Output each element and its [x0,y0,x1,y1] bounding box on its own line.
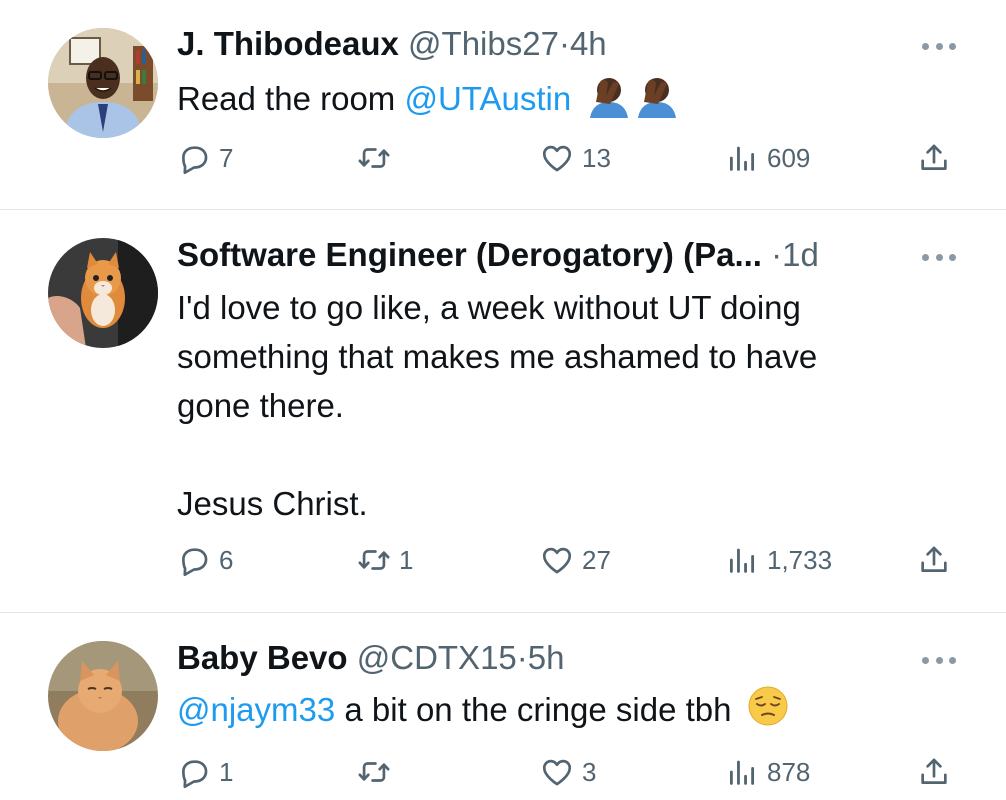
author-handle[interactable]: @CDTX15 [357,639,517,676]
more-icon[interactable] [922,252,956,262]
facepalm-emoji [634,72,680,131]
share-button[interactable] [917,138,951,178]
like-button[interactable]: 27 [540,540,611,580]
tweet-text-line: I'd love to go like, a week without UT d… [177,289,801,326]
reply-icon [177,543,211,577]
views-count: 1,733 [767,544,833,575]
avatar[interactable] [48,238,158,348]
retweet-icon [357,755,391,789]
tweet-header: Software Engineer (Derogatory) (Pa... ·1… [177,235,819,275]
share-icon [917,755,951,789]
reply-icon [177,141,211,175]
tweet-text-suffix: a bit on the cringe side tbh [344,691,732,729]
tweet-text: I'd love to go like, a week without UT d… [177,283,817,528]
pensive-face-emoji [747,685,789,740]
like-count: 27 [582,544,611,575]
timestamp[interactable]: 4h [570,25,607,62]
tweet-text: @njaym33 a bit on the cringe side tbh [177,685,789,740]
like-count: 3 [582,756,597,787]
more-icon[interactable] [922,655,956,665]
reply-button[interactable]: 6 [177,540,233,580]
separator-dot: · [558,25,570,62]
like-icon [540,755,574,789]
separator-dot: · [516,639,528,676]
retweet-icon [357,141,391,175]
tweet-header: Baby Bevo @CDTX15·5h [177,638,565,678]
like-icon [540,141,574,175]
share-button[interactable] [917,752,951,792]
tweet-text-line: Jesus Christ. [177,485,368,522]
reply-button[interactable]: 1 [177,752,233,792]
more-icon[interactable] [922,41,956,51]
retweet-button[interactable] [357,138,399,178]
tweet-text-prefix: Read the room [177,80,396,118]
avatar-image [48,238,158,348]
avatar-image [48,28,158,138]
timestamp[interactable]: 5h [528,639,565,676]
author-name[interactable]: Baby Bevo [177,639,348,676]
views-count: 609 [767,142,811,173]
tweet-actions: 6 1 27 1,733 [177,540,967,580]
views-button[interactable]: 878 [725,752,810,792]
tweet-text-line: something that makes me ashamed to have [177,338,818,375]
retweet-button[interactable]: 1 [357,540,413,580]
avatar-image [48,641,158,751]
timestamp[interactable]: 1d [782,236,819,273]
retweet-count: 1 [399,544,414,575]
views-icon [725,543,759,577]
reply-count: 6 [219,544,234,575]
reply-count: 7 [219,142,234,173]
tweet[interactable]: Software Engineer (Derogatory) (Pa... ·1… [0,210,1006,613]
separator-dot: · [771,236,783,273]
tweet-actions: 7 13 609 [177,138,967,178]
share-icon [917,141,951,175]
share-button[interactable] [917,540,951,580]
views-button[interactable]: 609 [725,138,810,178]
retweet-button[interactable] [357,752,399,792]
author-name[interactable]: J. Thibodeaux [177,25,399,62]
reply-icon [177,755,211,789]
views-button[interactable]: 1,733 [725,540,832,580]
like-button[interactable]: 13 [540,138,611,178]
facepalm-emoji [586,72,632,131]
tweet[interactable]: J. Thibodeaux @Thibs27·4h Read the room … [0,0,1006,210]
author-handle[interactable]: @Thibs27 [408,25,559,62]
tweet-text-line [177,430,817,479]
reply-button[interactable]: 7 [177,138,233,178]
tweet-actions: 1 3 878 [177,752,967,792]
tweet-text: Read the room @UTAustin [177,72,680,131]
tweet[interactable]: Baby Bevo @CDTX15·5h @njaym33 a bit on t… [0,613,1006,800]
views-icon [725,141,759,175]
views-icon [725,755,759,789]
tweet-header: J. Thibodeaux @Thibs27·4h [177,24,607,64]
reply-count: 1 [219,756,234,787]
tweet-text-line: gone there. [177,387,344,424]
author-name[interactable]: Software Engineer (Derogatory) (Pa... [177,236,762,273]
avatar[interactable] [48,28,158,138]
retweet-icon [357,543,391,577]
like-button[interactable]: 3 [540,752,596,792]
share-icon [917,543,951,577]
mention-link[interactable]: @njaym33 [177,691,335,728]
mention-link[interactable]: @UTAustin [404,80,571,117]
like-count: 13 [582,142,611,173]
avatar[interactable] [48,641,158,751]
like-icon [540,543,574,577]
views-count: 878 [767,756,811,787]
